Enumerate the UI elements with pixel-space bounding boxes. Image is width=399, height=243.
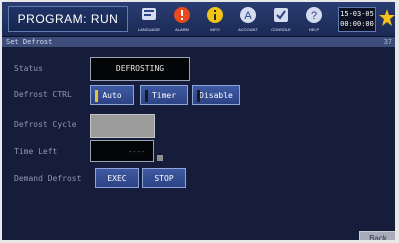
timer-indicator (145, 90, 148, 102)
demand-defrost-label: Demand Defrost (14, 174, 82, 183)
ctrl-timer-button[interactable]: Timer (140, 85, 188, 105)
stop-button[interactable]: STOP (142, 168, 186, 188)
info-icon (207, 7, 223, 23)
language-button[interactable]: LANGUAGE (134, 5, 164, 35)
svg-text:?: ? (311, 10, 317, 22)
alarm-button[interactable]: ALARM (167, 5, 197, 35)
help-label: HELP (308, 27, 320, 32)
screen-title-bar: Set Defrost 37 (2, 37, 395, 47)
back-button[interactable]: Back (359, 231, 395, 240)
ctrl-disable-button[interactable]: Disable (192, 85, 240, 105)
clock-time: 00:00:00 (340, 20, 374, 28)
screen-number: 37 (383, 38, 392, 46)
console-button[interactable]: CONSOLE (266, 5, 296, 35)
program-status: PROGRAM: RUN (8, 6, 128, 32)
top-bar: PROGRAM: RUN LANGUAGE ALARM INFO A ACCOU… (2, 2, 395, 37)
program-label: PROGRAM: (17, 12, 87, 26)
program-state: RUN (90, 12, 119, 26)
language-icon (142, 8, 156, 20)
info-button[interactable]: INFO (200, 5, 230, 35)
help-button[interactable]: ? HELP (299, 5, 329, 35)
console-icon (274, 8, 288, 22)
svg-text:A: A (244, 10, 252, 22)
account-label: ACCOUNT (238, 27, 258, 32)
language-label: LANGUAGE (137, 27, 161, 32)
alarm-icon (174, 7, 190, 23)
account-icon: A (240, 7, 256, 23)
help-icon: ? (306, 7, 322, 23)
ctrl-auto-button[interactable]: Auto (90, 85, 134, 105)
clock-date: 15-03-05 (340, 10, 374, 18)
exec-button[interactable]: EXEC (95, 168, 139, 188)
status-label: Status (14, 64, 43, 73)
status-display: DEFROSTING (90, 57, 190, 81)
defrost-ctrl-label: Defrost CTRL (14, 90, 72, 99)
alarm-label: ALARM (175, 27, 189, 32)
screen-title: Set Defrost (6, 38, 53, 46)
defrost-cycle-label: Defrost Cycle (14, 120, 77, 129)
ctrl-disable-label: Disable (199, 91, 233, 100)
defrost-cycle-field[interactable] (90, 114, 155, 138)
time-left-marker (157, 155, 163, 161)
favorite-star-icon[interactable] (379, 7, 395, 29)
time-left-label: Time Left (14, 147, 58, 156)
account-button[interactable]: A ACCOUNT (233, 5, 263, 35)
info-label: INFO (210, 27, 220, 32)
ctrl-timer-label: Timer (151, 91, 177, 100)
time-left-display: ---- (90, 140, 154, 162)
hmi-screen: PROGRAM: RUN LANGUAGE ALARM INFO A ACCOU… (2, 2, 395, 240)
clock-display: 15-03-05 00:00:00 (338, 7, 376, 32)
disable-indicator (197, 90, 200, 102)
auto-indicator (95, 90, 98, 102)
ctrl-auto-label: Auto (102, 91, 122, 100)
console-label: CONSOLE (271, 27, 291, 32)
